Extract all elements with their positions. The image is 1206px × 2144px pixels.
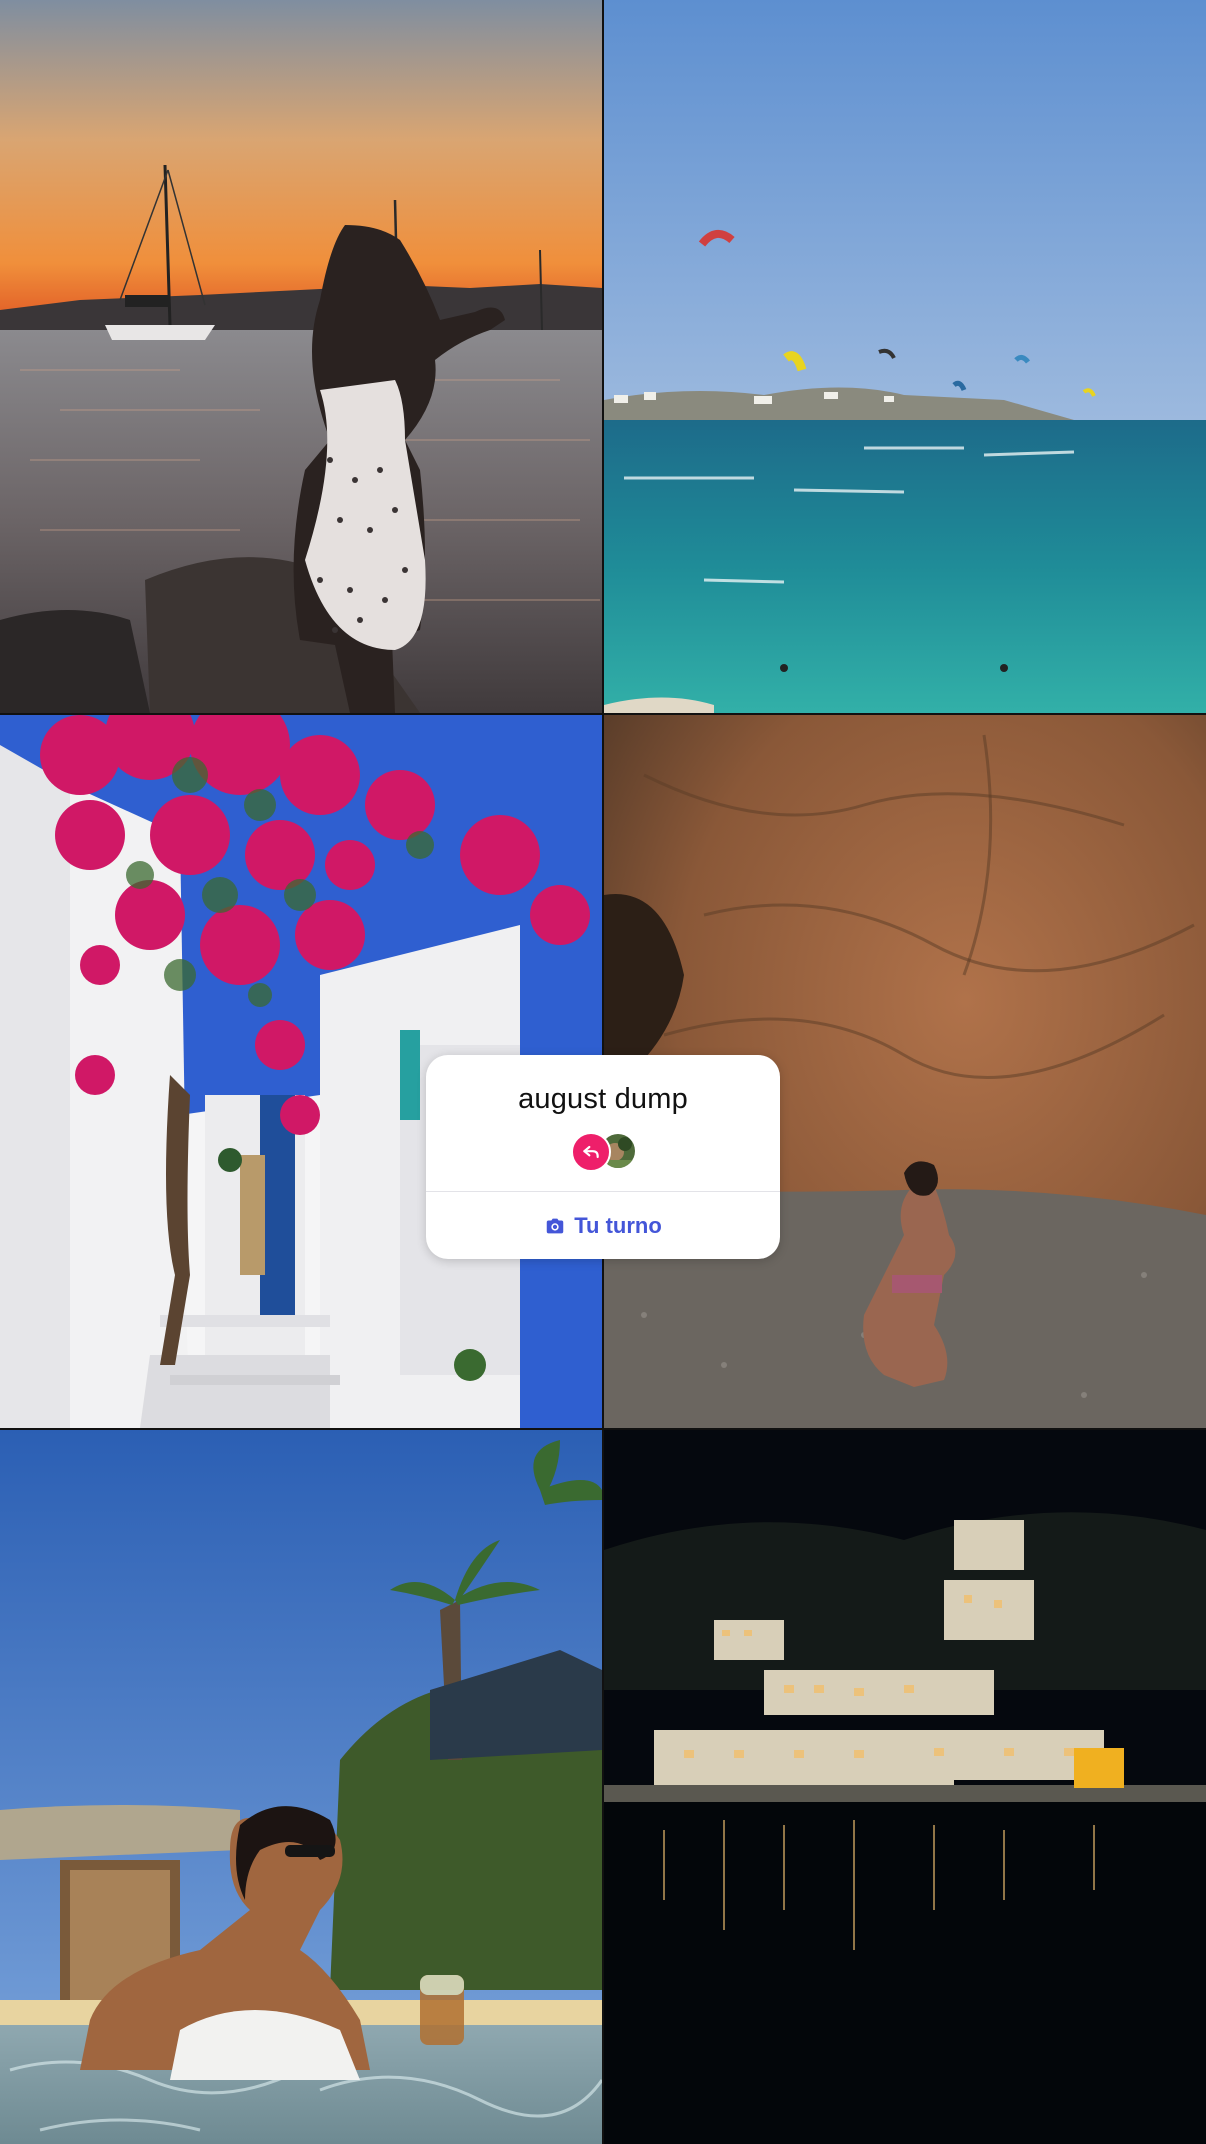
reply-badge[interactable] [571, 1132, 611, 1172]
card-title: august dump [518, 1083, 688, 1115]
pool-drink-image [0, 1430, 602, 2144]
kitesurf-beach-image [604, 0, 1206, 713]
sunset-harbor-image [0, 0, 602, 713]
photo-night-harbor[interactable] [604, 1430, 1206, 2144]
photo-sunset-harbor[interactable] [0, 0, 602, 713]
prompt-card[interactable]: august dump Tu turno [426, 1055, 780, 1259]
photo-pool-drink[interactable] [0, 1430, 602, 2144]
night-harbor-image [604, 1430, 1206, 2144]
photo-kitesurf-beach[interactable] [604, 0, 1206, 713]
reply-arrow-icon [583, 1145, 599, 1159]
your-turn-button[interactable]: Tu turno [426, 1192, 780, 1259]
participant-avatars[interactable] [571, 1132, 641, 1172]
your-turn-label: Tu turno [574, 1212, 662, 1238]
camera-icon [546, 1218, 564, 1233]
